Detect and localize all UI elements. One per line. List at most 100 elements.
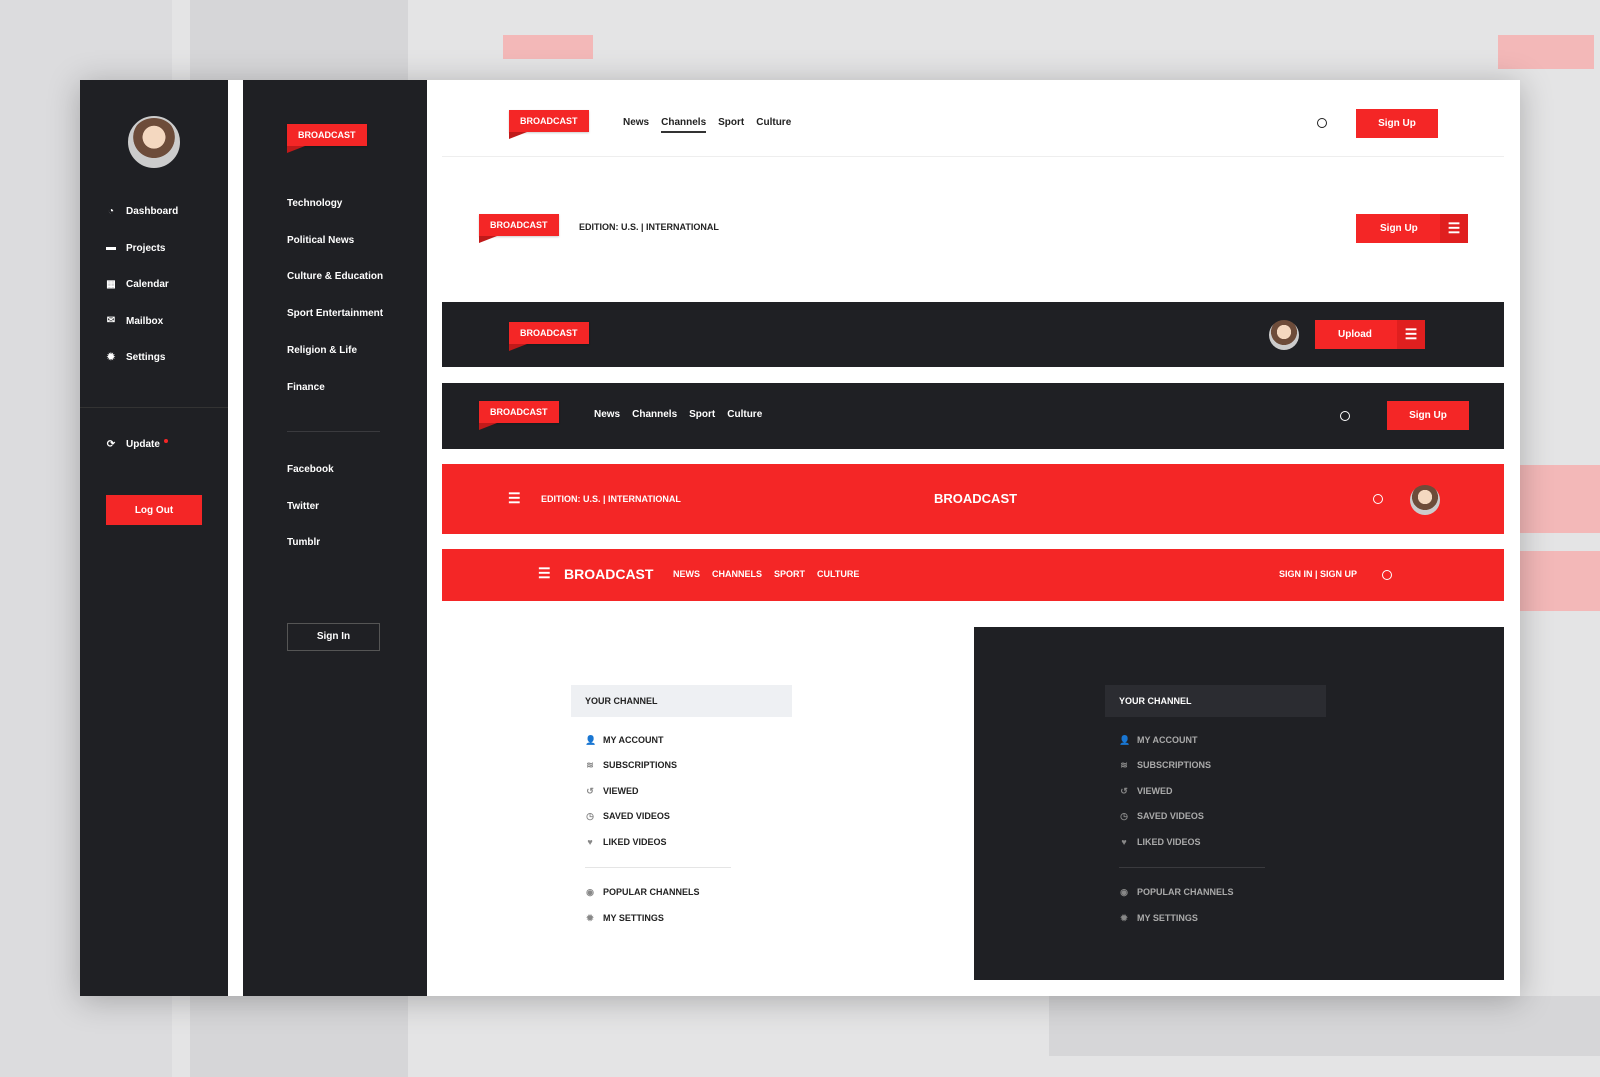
viewed-icon: ↺: [586, 785, 594, 796]
upload-label: Upload: [1338, 329, 1372, 340]
user-avatar[interactable]: [128, 116, 180, 168]
channel-item-subscriptions[interactable]: ≋ SUBSCRIPTIONS: [1105, 753, 1326, 779]
nav-link-news[interactable]: News: [623, 117, 649, 133]
nav-link-culture[interactable]: Culture: [727, 409, 762, 420]
broadcast-logo[interactable]: BROADCAST: [509, 322, 589, 351]
channel-item-my-settings[interactable]: ✹ MY SETTINGS: [1105, 905, 1326, 931]
broadcast-logo[interactable]: BROADCAST: [479, 401, 559, 430]
channel-item-viewed[interactable]: ↺ VIEWED: [1105, 778, 1326, 804]
divider: [442, 156, 1504, 157]
hamburger-menu-icon[interactable]: ☰: [508, 490, 521, 507]
bg-ghost-button: [1498, 35, 1594, 69]
update-item[interactable]: ⟳ Update: [106, 438, 168, 450]
search-icon[interactable]: [1317, 118, 1327, 128]
broadcast-logo[interactable]: BROADCAST: [564, 566, 653, 582]
search-icon[interactable]: [1340, 411, 1350, 421]
broadcast-logo[interactable]: BROADCAST: [287, 124, 367, 153]
dark-header-upload: BROADCAST Upload ☰: [442, 302, 1504, 367]
saved-videos-icon: ◷: [586, 811, 594, 822]
bg-ghost-bar: [1520, 551, 1600, 611]
channel-item-popular-channels[interactable]: ◉ POPULAR CHANNELS: [571, 880, 792, 906]
edition-selector[interactable]: EDITION: U.S. | INTERNATIONAL: [541, 494, 681, 504]
broadcast-logo[interactable]: BROADCAST: [509, 110, 589, 139]
channel-item-my-account[interactable]: 👤 MY ACCOUNT: [571, 727, 792, 753]
dark-header-nav: BROADCAST News Channels Sport Culture Sign …: [442, 383, 1504, 449]
user-avatar[interactable]: [1269, 320, 1299, 350]
divider: [585, 866, 731, 868]
showcase-card: ◔ Dashboard ▬ Projects ▦ Calendar ✉ Mailbox ✹ Set…: [80, 80, 1520, 996]
channel-item-my-settings[interactable]: ✹ MY SETTINGS: [571, 905, 792, 931]
nav-link-sport[interactable]: Sport: [689, 409, 715, 420]
update-label: Update: [126, 439, 160, 450]
social-link-facebook[interactable]: Facebook: [287, 464, 334, 475]
channel-item-liked-videos[interactable]: ♥ LIKED VIDEOS: [571, 829, 792, 855]
broadcast-logo[interactable]: BROADCAST: [479, 214, 559, 243]
nav-link-sport[interactable]: Sport: [718, 117, 744, 133]
nav-link-news[interactable]: News: [594, 409, 620, 420]
category-sidebar: BROADCAST Technology Political News Cultur…: [243, 80, 427, 996]
nav-link-culture[interactable]: CULTURE: [817, 569, 859, 579]
nav-link-culture[interactable]: Culture: [756, 117, 791, 133]
social-link-twitter[interactable]: Twitter: [287, 501, 319, 512]
sidebar-item-label: Mailbox: [126, 315, 164, 327]
search-icon[interactable]: [1382, 570, 1392, 580]
nav-link-news[interactable]: NEWS: [673, 569, 700, 579]
sidebar-item-dashboard[interactable]: ◔ Dashboard: [106, 206, 178, 217]
bg-ghost-panel: [1049, 996, 1600, 1056]
channel-title: YOUR CHANNEL: [1105, 685, 1326, 717]
channel-item-saved-videos[interactable]: ◷ SAVED VIDEOS: [571, 804, 792, 830]
channel-item-viewed[interactable]: ↺ VIEWED: [571, 778, 792, 804]
sidebar-item-projects[interactable]: ▬ Projects: [106, 243, 165, 254]
bg-ghost-logo: [503, 35, 593, 59]
subscriptions-icon: ≋: [1120, 760, 1128, 771]
channel-item-label: MY SETTINGS: [603, 912, 664, 923]
channel-item-liked-videos[interactable]: ♥ LIKED VIDEOS: [1105, 829, 1326, 855]
social-link-tumblr[interactable]: Tumblr: [287, 537, 320, 548]
signin-signup-link[interactable]: SIGN IN | SIGN UP: [1279, 569, 1357, 579]
category-item[interactable]: Sport Entertainment: [287, 308, 383, 319]
category-item[interactable]: Culture & Education: [287, 271, 383, 282]
channel-item-label: MY ACCOUNT: [603, 734, 664, 745]
refresh-icon: ⟳: [106, 438, 116, 450]
category-item[interactable]: Religion & Life: [287, 345, 357, 356]
nav-link-channels[interactable]: Channels: [632, 409, 677, 420]
search-icon[interactable]: [1373, 494, 1383, 504]
my-settings-icon: ✹: [1120, 912, 1128, 923]
upload-button[interactable]: Upload ☰: [1315, 320, 1425, 349]
channel-item-subscriptions[interactable]: ≋ SUBSCRIPTIONS: [571, 753, 792, 779]
category-item[interactable]: Technology: [287, 198, 342, 209]
my-account-icon: 👤: [1119, 734, 1131, 745]
channel-item-label: VIEWED: [603, 785, 639, 796]
signup-label: Sign Up: [1380, 223, 1418, 234]
signup-button[interactable]: Sign Up: [1387, 401, 1469, 430]
channel-item-label: LIKED VIDEOS: [1137, 836, 1201, 847]
channel-item-saved-videos[interactable]: ◷ SAVED VIDEOS: [1105, 804, 1326, 830]
sidebar-item-label: Calendar: [126, 279, 169, 290]
broadcast-logo[interactable]: BROADCAST: [934, 491, 1017, 506]
sidebar-item-mailbox[interactable]: ✉ Mailbox: [106, 316, 163, 327]
category-item[interactable]: Political News: [287, 235, 354, 246]
red-header-edition: ☰ EDITION: U.S. | INTERNATIONAL BROADCAS…: [442, 464, 1504, 534]
hamburger-menu-icon[interactable]: ☰: [1440, 214, 1468, 243]
signup-button[interactable]: Sign Up ☰: [1356, 214, 1468, 243]
hamburger-menu-icon[interactable]: ☰: [1397, 320, 1425, 349]
channel-item-popular-channels[interactable]: ◉ POPULAR CHANNELS: [1105, 880, 1326, 906]
sidebar-item-settings[interactable]: ✹ Settings: [106, 352, 166, 363]
nav-link-channels[interactable]: CHANNELS: [712, 569, 762, 579]
my-settings-icon: ✹: [586, 912, 594, 923]
nav-link-sport[interactable]: SPORT: [774, 569, 805, 579]
nav-link-channels[interactable]: Channels: [661, 117, 707, 133]
signup-button[interactable]: Sign Up: [1356, 109, 1438, 138]
signin-button[interactable]: Sign In: [287, 623, 380, 651]
edition-selector[interactable]: EDITION: U.S. | INTERNATIONAL: [579, 222, 719, 232]
sidebar-item-calendar[interactable]: ▦ Calendar: [106, 279, 169, 290]
hamburger-menu-icon[interactable]: ☰: [538, 565, 551, 582]
subscriptions-icon: ≋: [586, 760, 594, 771]
user-avatar[interactable]: [1410, 485, 1440, 515]
main-sidebar: ◔ Dashboard ▬ Projects ▦ Calendar ✉ Mailbox ✹ Set…: [80, 80, 228, 996]
channel-item-my-account[interactable]: 👤 MY ACCOUNT: [1105, 727, 1326, 753]
channel-item-label: SUBSCRIPTIONS: [1137, 760, 1212, 771]
category-item[interactable]: Finance: [287, 382, 325, 393]
channel-item-label: MY ACCOUNT: [1137, 734, 1198, 745]
logout-button[interactable]: Log Out: [106, 495, 202, 525]
